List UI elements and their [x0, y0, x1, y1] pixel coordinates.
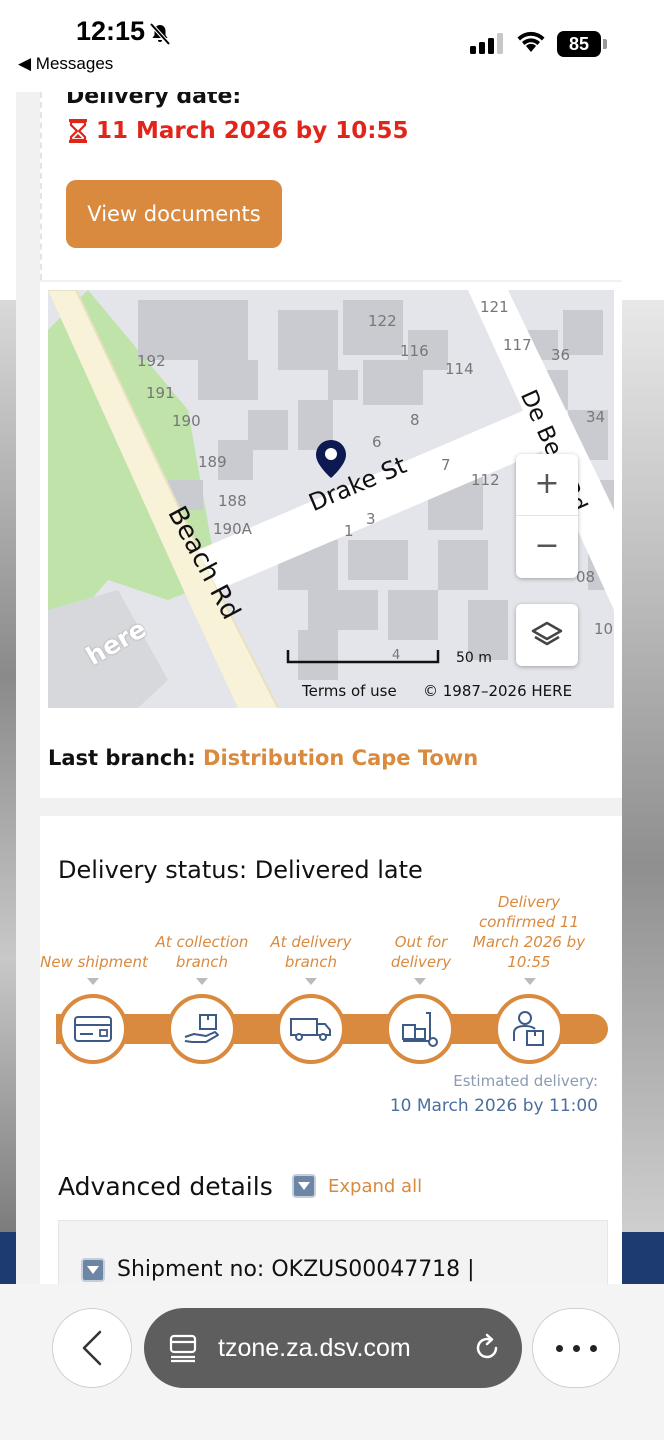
- estimated-delivery-label: Estimated delivery:: [453, 1072, 598, 1090]
- layers-icon: [531, 621, 563, 646]
- step-delivery-confirmed: [494, 994, 564, 1064]
- delivery-status-title: Delivery status: Delivered late: [58, 856, 423, 884]
- step-caret: [196, 978, 208, 985]
- address-bar[interactable]: tzone.za.dsv.com: [144, 1308, 522, 1388]
- map[interactable]: Beach Rd Drake St De Beer Rd 122 121 117…: [48, 290, 614, 708]
- estimated-delivery-date: 10 March 2026 by 11:00: [389, 1096, 598, 1116]
- page-menu-icon[interactable]: [168, 1333, 198, 1363]
- map-house-number: 1: [344, 522, 354, 540]
- map-house-number: 10: [594, 620, 614, 638]
- map-scale-label: 50 m: [456, 650, 492, 666]
- map-house-number: 36: [551, 346, 571, 364]
- map-house-number: 34: [586, 408, 606, 426]
- expand-all-label: Expand all: [328, 1175, 423, 1197]
- more-options-button[interactable]: [532, 1308, 620, 1388]
- step-label: New shipment: [40, 953, 148, 971]
- map-house-number: 4: [392, 648, 401, 663]
- status-timeline: New shipment At collection branch At del…: [40, 888, 622, 1068]
- delivery-card: Delivery date: 11 March 2026 by 10:55 Vi…: [40, 92, 622, 280]
- view-documents-button[interactable]: View documents: [66, 180, 282, 248]
- map-house-number: 117: [503, 336, 532, 354]
- step-new-shipment: [58, 994, 128, 1064]
- url-text: tzone.za.dsv.com: [218, 1333, 411, 1362]
- map-house-number: 189: [198, 453, 227, 471]
- map-house-number: 188: [218, 492, 247, 510]
- delivery-date-label: Delivery date:: [66, 92, 242, 109]
- step-caret: [87, 978, 99, 985]
- step-caret: [305, 978, 317, 985]
- browser-toolbar: tzone.za.dsv.com: [0, 1284, 664, 1440]
- hand-truck-icon: [402, 1012, 438, 1047]
- step-label: At collection branch: [155, 933, 249, 971]
- map-house-number: 7: [441, 456, 451, 474]
- map-copyright: © 1987–2026 HERE: [423, 682, 573, 700]
- cellular-signal-icon: [470, 33, 503, 54]
- map-house-number: 121: [480, 298, 509, 316]
- map-house-number: 8: [410, 411, 420, 429]
- step-label: Delivery confirmed 11 March 2026 by 10:5…: [472, 893, 586, 971]
- step-label: Out for delivery: [390, 933, 452, 971]
- last-branch: Last branch: Distribution Cape Town: [48, 746, 478, 770]
- last-branch-value: Distribution Cape Town: [203, 746, 479, 770]
- zoom-in-button[interactable]: +: [516, 454, 578, 516]
- map-house-number: 190: [172, 412, 201, 430]
- page-content: Delivery date: 11 March 2026 by 10:55 Vi…: [16, 92, 622, 1284]
- credit-card-icon: [74, 1016, 112, 1042]
- map-house-number: 08: [576, 568, 596, 586]
- chevron-down-icon: [81, 1257, 105, 1282]
- last-branch-label: Last branch:: [48, 746, 196, 770]
- map-card: Beach Rd Drake St De Beer Rd 122 121 117…: [40, 282, 622, 798]
- chevron-down-icon: [292, 1174, 316, 1198]
- step-out-for-delivery: [385, 994, 455, 1064]
- bell-muted-icon: [149, 22, 171, 46]
- map-house-number: 190A: [213, 520, 252, 538]
- map-zoom-controls: + −: [516, 454, 578, 578]
- zoom-out-button[interactable]: −: [516, 516, 578, 578]
- person-package-icon: [513, 1011, 544, 1046]
- delivery-status-card: Delivery status: Delivered late New ship…: [40, 816, 622, 1284]
- map-house-number: 192: [137, 352, 166, 370]
- map-house-number: 191: [146, 384, 175, 402]
- step-at-delivery-branch: [276, 994, 346, 1064]
- hand-package-icon: [184, 1014, 219, 1043]
- battery-indicator: 85: [557, 31, 607, 57]
- expand-all-toggle[interactable]: Expand all: [292, 1174, 422, 1198]
- background-photo-left: [0, 300, 16, 1240]
- clock: 12:15: [76, 16, 146, 46]
- step-caret: [414, 978, 426, 985]
- map-house-number: 114: [445, 360, 474, 378]
- advanced-details-title: Advanced details: [58, 1172, 273, 1201]
- map-terms-link[interactable]: Terms of use: [302, 682, 397, 700]
- shipment-row[interactable]: Shipment no: OKZUS00047718 |: [81, 1257, 475, 1282]
- back-to-messages[interactable]: ◀ Messages: [18, 54, 113, 74]
- shipment-number: Shipment no: OKZUS00047718 |: [117, 1257, 475, 1282]
- map-house-number: 112: [471, 471, 500, 489]
- truck-icon: [290, 1018, 331, 1041]
- status-bar: 12:15 ◀ Messages 85: [0, 0, 664, 92]
- browser-back-button[interactable]: [52, 1308, 132, 1388]
- wifi-icon: [517, 31, 545, 52]
- delivery-date-text: 11 March 2026 by 10:55: [96, 118, 409, 144]
- step-label: At delivery branch: [270, 933, 352, 971]
- step-at-collection-branch: [167, 994, 237, 1064]
- chevron-left-icon: [82, 1330, 102, 1366]
- delivery-date: 11 March 2026 by 10:55: [68, 118, 408, 144]
- map-layers-button[interactable]: [516, 604, 578, 666]
- map-house-number: 6: [372, 433, 382, 451]
- shipment-details-box: Shipment no: OKZUS00047718 |: [58, 1220, 608, 1284]
- map-house-number: 116: [400, 342, 429, 360]
- location-pin-icon: [316, 440, 346, 478]
- step-caret: [524, 978, 536, 985]
- map-house-number: 3: [366, 510, 376, 528]
- reload-icon[interactable]: [472, 1333, 502, 1363]
- background-photo-right: [622, 300, 664, 1240]
- battery-level: 85: [557, 31, 601, 57]
- hourglass-icon: [69, 119, 87, 143]
- map-house-number: 122: [368, 312, 397, 330]
